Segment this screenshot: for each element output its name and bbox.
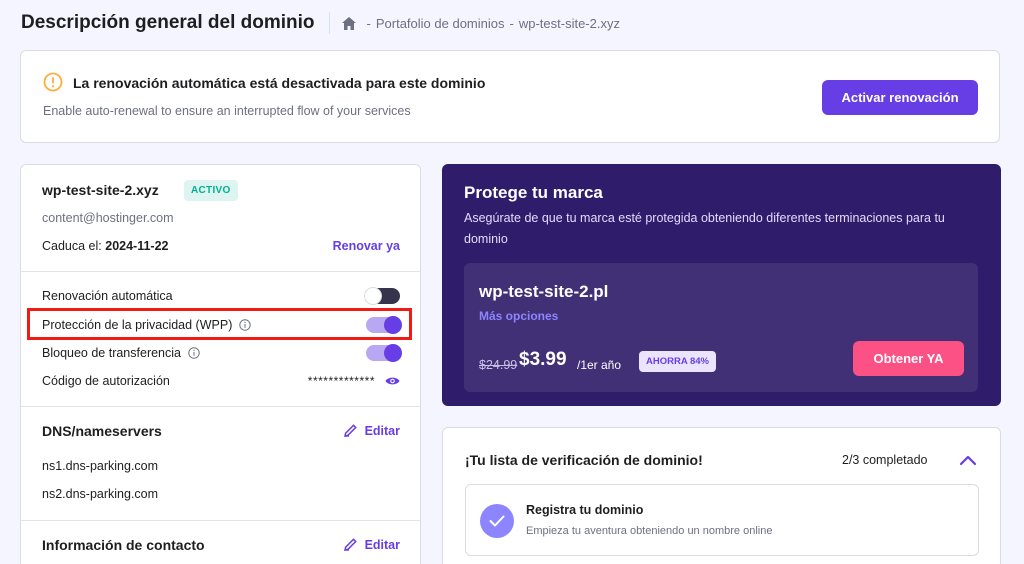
contact-email: content@hostinger.com [42,211,174,225]
setting-auto-renewal: Renovación automática [42,285,400,307]
nameserver-2: ns2.dns-parking.com [42,487,159,501]
get-now-button[interactable]: Obtener YA [853,341,964,376]
setting-label: Renovación automática [42,289,173,303]
divider [21,271,420,272]
nameserver-1: ns1.dns-parking.com [42,459,159,473]
pencil-icon [343,424,357,437]
auto-renewal-toggle[interactable] [364,287,400,305]
transfer-lock-toggle[interactable] [366,344,402,362]
current-price: $3.99 [519,349,567,370]
setting-label: Bloqueo de transferencia [42,346,181,360]
chevron-up-icon[interactable] [959,453,977,466]
page-header: Descripción general del dominio - Portaf… [21,10,620,36]
checklist-item[interactable]: Registra tu dominio Empieza tu aventura … [465,484,979,556]
setting-label-wrap: Bloqueo de transferencia [42,346,366,360]
setting-auth-code: Código de autorización ************* [42,370,400,392]
renew-now-link[interactable]: Renovar ya [333,239,400,253]
home-icon[interactable] [341,16,356,30]
edit-dns-link[interactable]: Editar [343,423,400,438]
edit-label: Editar [364,423,400,438]
expiry-value: 2024-11-22 [105,239,169,253]
banner-title: La renovación automática está desactivad… [73,75,486,91]
checklist-title: ¡Tu lista de verificación de dominio! [465,452,703,468]
promo-subtitle: Asegúrate de que tu marca esté protegida… [464,211,945,246]
promo-domain-offer: wp-test-site-2.pl Más opciones $24.99 $3… [464,263,978,392]
savings-badge: AHORRA 84% [639,351,716,372]
breadcrumb-separator: - [366,15,371,31]
domain-checklist-card: ¡Tu lista de verificación de dominio! 2/… [442,427,1001,564]
protect-brand-card: Protege tu marca Asegúrate de que tu mar… [442,164,1001,406]
banner-subtitle: Enable auto-renewal to ensure an interru… [43,104,411,118]
breadcrumb-domain: wp-test-site-2.xyz [518,15,620,31]
pencil-icon [343,538,357,551]
breadcrumb-separator: - [509,15,514,31]
edit-label: Editar [364,537,400,552]
auth-code-value: ************* [307,374,375,388]
edit-contact-link[interactable]: Editar [343,537,400,552]
expiry-label: Caduca el: [42,239,102,253]
breadcrumb: - Portafolio de dominios - wp-test-site-… [328,12,620,34]
page-title: Descripción general del dominio [21,12,315,33]
info-icon[interactable] [188,347,200,359]
checklist-item-title: Registra tu dominio [526,503,644,517]
checklist-progress: 2/3 completado [842,453,928,467]
highlight-box [27,308,412,340]
auto-renewal-banner: La renovación automática está desactivad… [20,50,1000,143]
breadcrumb-portfolio[interactable]: Portafolio de dominios [376,16,505,31]
activate-renewal-button[interactable]: Activar renovación [822,80,978,115]
divider [21,406,420,407]
old-price: $24.99 [479,358,518,372]
setting-label: Código de autorización [42,374,170,388]
price-period: /1er año [577,358,622,372]
contact-section-title: Información de contacto [42,537,205,553]
warning-icon [43,72,63,92]
domain-details-card: wp-test-site-2.xyz ACTIVO content@hostin… [20,164,421,564]
checklist-item-subtitle: Empieza tu aventura obteniendo un nombre… [526,525,773,537]
eye-icon[interactable] [385,376,400,386]
promo-title: Protege tu marca [464,183,603,202]
offer-domain: wp-test-site-2.pl [479,282,609,301]
setting-transfer-lock: Bloqueo de transferencia [42,342,402,364]
more-options-link[interactable]: Más opciones [479,309,558,323]
dns-section-title: DNS/nameservers [42,423,162,439]
divider [21,520,420,521]
status-badge: ACTIVO [184,180,238,201]
expiry-date: Caduca el: 2024-11-22 [42,239,169,253]
domain-name: wp-test-site-2.xyz [42,182,159,198]
check-icon [480,504,514,538]
